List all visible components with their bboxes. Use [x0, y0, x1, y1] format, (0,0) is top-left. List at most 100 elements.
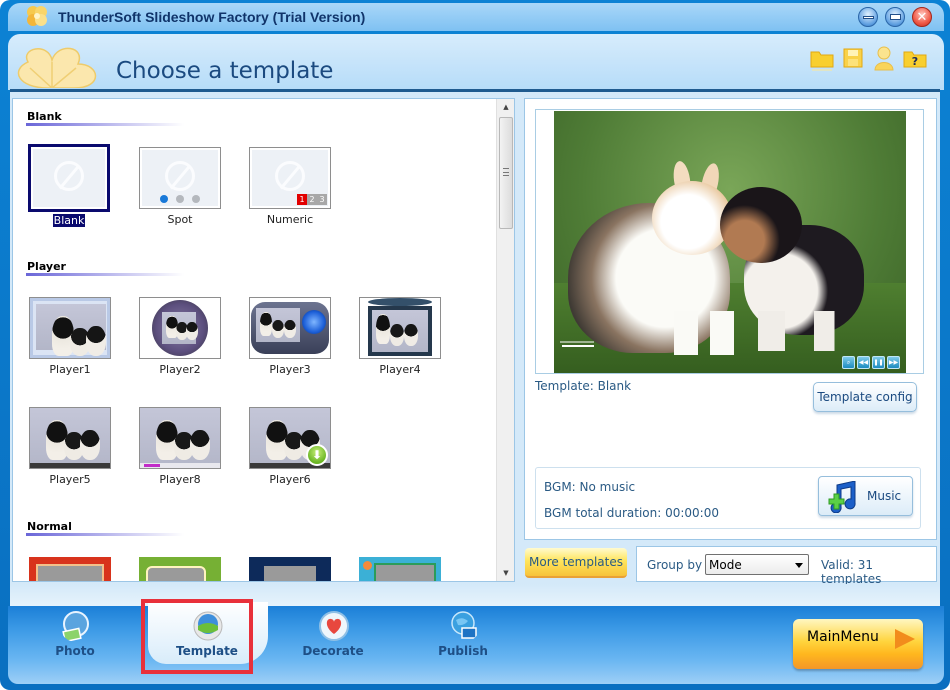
help-icon[interactable]: ? [902, 44, 928, 72]
nav-tab-photo[interactable]: Photo [20, 606, 130, 666]
template-config-button[interactable]: Template config [813, 382, 917, 412]
main-menu-button[interactable]: MainMenu [793, 619, 923, 669]
template-icon [193, 611, 223, 641]
nav-tab-publish[interactable]: Publish [408, 606, 518, 666]
template-tile-normal-3[interactable] [249, 557, 331, 581]
section-divider [26, 533, 184, 536]
template-tile-blank[interactable]: Blank [28, 144, 110, 228]
preview-controls: ⌕ ◀◀ ❚❚ ▶▶ [842, 356, 900, 369]
player-controlbar [30, 463, 110, 468]
section-title-normal: Normal [27, 520, 72, 533]
nav-tab-template[interactable]: Template [148, 602, 268, 666]
section-divider [26, 273, 184, 276]
template-tile-numeric[interactable]: 1 2 3 Numeric [249, 147, 331, 226]
chevron-down-icon [795, 563, 803, 568]
valid-templates-count: Valid: 31 templates [821, 558, 882, 586]
template-tile-normal-1[interactable] [29, 557, 111, 581]
scrollbar-thumb[interactable] [499, 117, 513, 229]
template-tile-normal-2[interactable] [139, 557, 221, 581]
player-dial-icon [302, 310, 326, 334]
group-by-select[interactable]: Mode [705, 554, 809, 575]
template-tile-player6[interactable]: ⬇ Player6 [249, 407, 331, 486]
app-window: ThunderSoft Slideshow Factory (Trial Ver… [0, 0, 950, 690]
current-template-label: Template: Blank [535, 379, 632, 393]
bgm-section: BGM: No music BGM total duration: 00:00:… [535, 467, 921, 529]
template-list-scrollbar[interactable]: ▲ ▼ [496, 99, 514, 581]
template-tile-player3[interactable]: Player3 [249, 297, 331, 376]
nav-tab-label: Publish [438, 644, 488, 658]
template-thumbnail [139, 407, 221, 469]
template-label: Spot [167, 213, 193, 226]
minimize-button[interactable] [858, 7, 878, 27]
section-title-blank: Blank [27, 110, 62, 123]
template-thumbnail [28, 144, 110, 212]
globe-icon [451, 611, 477, 639]
app-logo-icon [27, 6, 47, 26]
user-icon[interactable] [871, 44, 897, 72]
nav-tab-label: Template [176, 644, 238, 658]
template-tile-player8[interactable]: Player8 [139, 407, 221, 486]
fast-forward-icon[interactable]: ▶▶ [887, 356, 900, 369]
more-templates-button[interactable]: More templates [525, 548, 627, 578]
template-tile-spot[interactable]: Spot [139, 147, 221, 226]
template-thumbnail [29, 297, 111, 359]
template-tile-player4[interactable]: Player4 [359, 297, 441, 376]
page-title: Choose a template [116, 58, 334, 84]
clover-logo-icon [17, 47, 97, 88]
group-by-label: Group by [647, 558, 703, 572]
heart-icon [319, 611, 349, 641]
puppies-image [36, 304, 106, 356]
template-label: Blank [51, 213, 87, 228]
preview-panel: ⌕ ◀◀ ❚❚ ▶▶ Template: Blank Template conf… [524, 98, 937, 540]
svg-text:?: ? [912, 55, 918, 68]
template-thumbnail [29, 407, 111, 469]
puppies-image [372, 310, 428, 352]
no-content-icon [54, 161, 84, 191]
template-label: Player2 [159, 363, 201, 376]
add-music-button[interactable]: Music [818, 476, 913, 516]
group-by-bar: Group by Mode Valid: 31 templates [636, 546, 937, 586]
template-thumbnail: 1 2 3 [249, 147, 331, 209]
scroll-down-arrow[interactable]: ▼ [497, 565, 515, 581]
template-list-panel: Blank Blank Spot 1 2 3 Numeric Player Pl… [12, 98, 515, 582]
template-label: Numeric [266, 213, 314, 226]
nav-tab-label: Decorate [302, 644, 364, 658]
template-thumbnail [139, 297, 221, 359]
download-icon[interactable]: ⬇ [306, 444, 328, 466]
rewind-icon[interactable]: ◀◀ [857, 356, 870, 369]
template-label: Player4 [379, 363, 421, 376]
open-folder-icon[interactable] [809, 44, 835, 72]
zoom-icon[interactable]: ⌕ [842, 356, 855, 369]
nav-tab-label: Photo [55, 644, 95, 658]
template-thumbnail: ⬇ [249, 407, 331, 469]
no-content-icon [275, 161, 305, 191]
puppies-image [256, 308, 300, 342]
template-thumbnail [249, 297, 331, 359]
template-thumbnail [359, 297, 441, 359]
nav-tab-decorate[interactable]: Decorate [278, 606, 388, 666]
template-tile-normal-4[interactable] [359, 557, 441, 581]
save-icon[interactable] [840, 44, 866, 72]
template-thumbnail [359, 557, 441, 581]
main-menu-label: MainMenu [807, 629, 879, 645]
scroll-up-arrow[interactable]: ▲ [497, 99, 515, 115]
template-tile-player2[interactable]: Player2 [139, 297, 221, 376]
maximize-button[interactable] [885, 7, 905, 27]
window-title: ThunderSoft Slideshow Factory (Trial Ver… [58, 9, 366, 25]
pause-icon[interactable]: ❚❚ [872, 356, 885, 369]
close-button[interactable]: ✕ [912, 7, 932, 27]
minimize-icon [862, 15, 874, 19]
template-tile-player5[interactable]: Player5 [29, 407, 111, 486]
add-music-icon [828, 481, 856, 513]
preview-progress [560, 341, 600, 349]
maximize-icon [889, 14, 901, 20]
spot-indicator [142, 195, 218, 203]
no-content-icon [165, 161, 195, 191]
template-label: Player3 [269, 363, 311, 376]
preview-frame: ⌕ ◀◀ ❚❚ ▶▶ [535, 109, 924, 374]
group-by-value: Mode [709, 558, 742, 572]
template-thumbnail [139, 147, 221, 209]
template-label: Player6 [269, 473, 311, 486]
template-tile-player1[interactable]: Player1 [29, 297, 111, 376]
play-arrow-icon [895, 629, 915, 649]
